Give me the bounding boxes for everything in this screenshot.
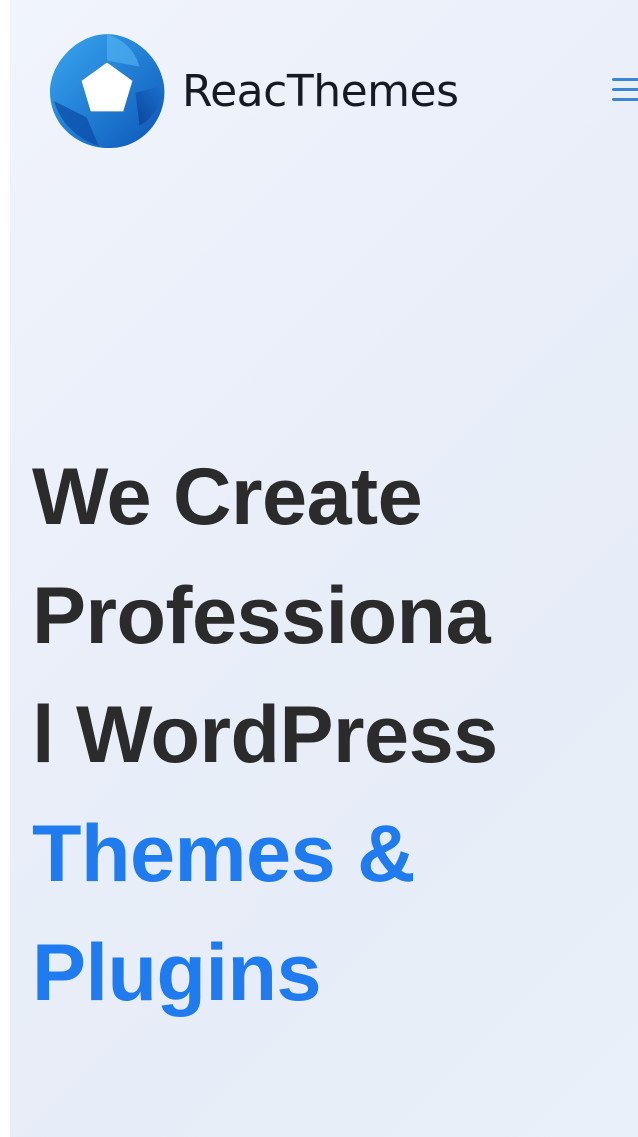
hero-section: We Create Professiona l WordPress Themes… xyxy=(32,438,632,1033)
hero-heading: We Create Professiona l WordPress Themes… xyxy=(32,438,632,1033)
hero-highlight-line-1: Themes & xyxy=(32,809,416,899)
site-header: ReacThemes xyxy=(10,0,638,180)
hero-line-2: Professiona xyxy=(32,571,491,661)
hamburger-menu-icon[interactable] xyxy=(610,74,638,106)
brand-logo-link[interactable]: ReacThemes xyxy=(46,30,459,152)
brand-name: ReacThemes xyxy=(182,65,459,117)
page: ReacThemes We Create Professiona l WordP… xyxy=(10,0,638,1137)
hero-line-1: We Create xyxy=(32,452,423,542)
hero-highlight-line-2: Plugins xyxy=(32,928,322,1018)
brand-logo-icon xyxy=(49,34,165,149)
hero-line-3: l WordPress xyxy=(32,690,498,780)
